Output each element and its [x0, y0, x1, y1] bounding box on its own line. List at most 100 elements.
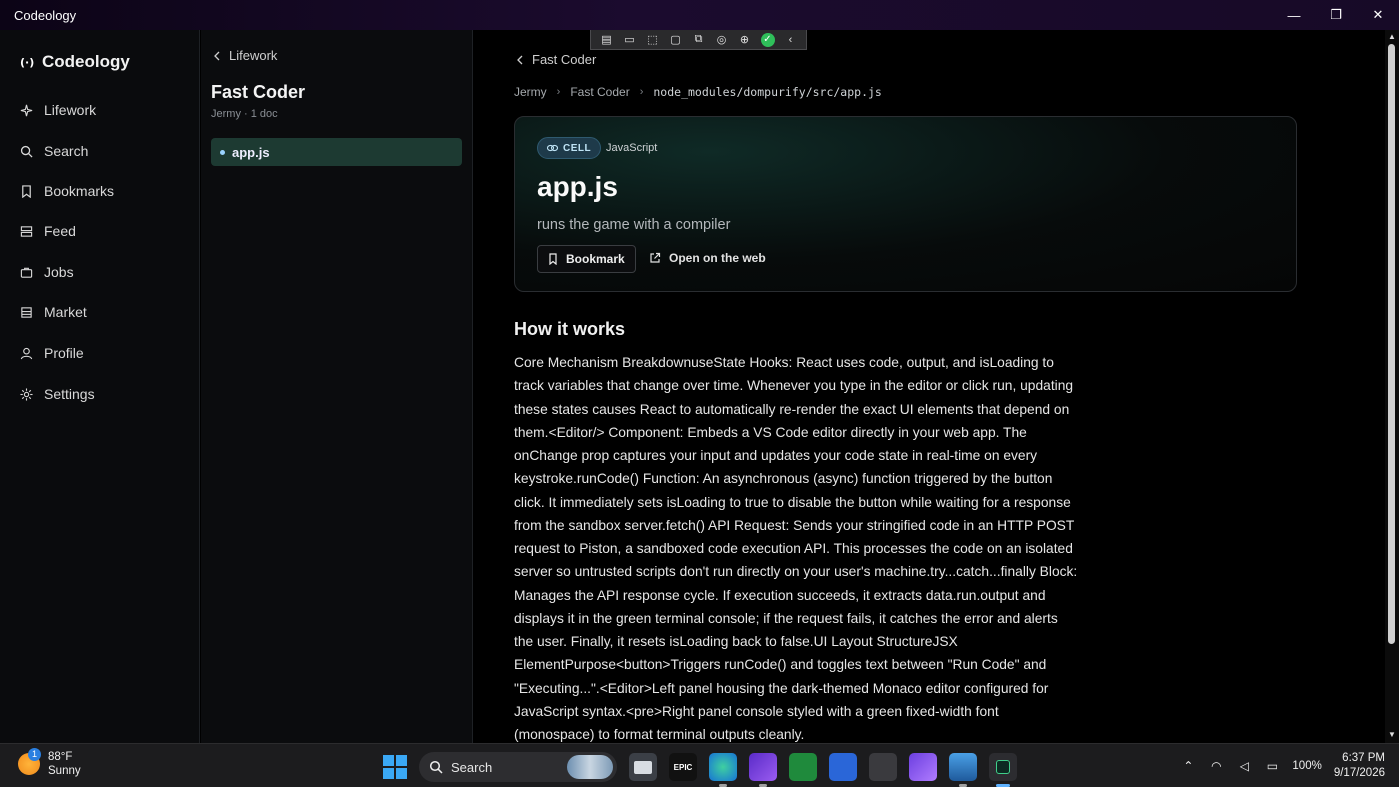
device-app-icon[interactable]	[869, 753, 897, 781]
main-content: ▤ ▭ ⬚ ▢ ⧉ ◎ ⊕ ✓ ‹ Fast Coder Jermy › Fas…	[474, 30, 1385, 743]
sidebar-item-lifework[interactable]: Lifework	[20, 100, 96, 120]
sidebar-item-search[interactable]: Search	[20, 141, 88, 161]
pointer-icon[interactable]: ⬚	[646, 33, 660, 47]
frame-icon[interactable]: ▢	[669, 33, 683, 47]
bookmark-button[interactable]: Bookmark	[537, 245, 636, 273]
assistant-app-icon[interactable]	[909, 753, 937, 781]
chevron-right-icon: ›	[639, 86, 644, 98]
link-icon	[547, 144, 558, 152]
file-explorer-icon[interactable]	[629, 753, 657, 781]
weather-text: 88°F Sunny	[48, 750, 81, 778]
breadcrumb-path: node_modules/dompurify/src/app.js	[653, 85, 882, 99]
sidebar-item-market[interactable]: Market	[20, 302, 87, 322]
minimize-button[interactable]: —	[1273, 0, 1315, 30]
doc-title: app.js	[537, 171, 618, 202]
section-title: How it works	[514, 319, 626, 339]
presentation-icon[interactable]: ⧉	[692, 33, 706, 47]
weather-desc: Sunny	[48, 765, 81, 777]
sidebar-item-settings[interactable]: Settings	[20, 384, 95, 404]
brand-name: Codeology	[42, 52, 130, 71]
photos-app-icon[interactable]	[949, 753, 977, 787]
chevron-up-icon[interactable]: ⌃	[1180, 758, 1196, 774]
window-controls: — ❐ ✕	[1273, 0, 1399, 30]
sidebar: (·) Codeology Lifework Search Bookmarks …	[0, 30, 200, 743]
sidebar-item-profile[interactable]: Profile	[20, 343, 84, 363]
epic-label: EPIC	[673, 762, 693, 772]
cell-badge-label: CELL	[563, 142, 592, 154]
feed-icon	[20, 225, 33, 237]
gear-icon	[20, 387, 33, 401]
breadcrumb: Jermy › Fast Coder › node_modules/dompur…	[514, 85, 882, 99]
back-label: Lifework	[229, 48, 278, 63]
screen-capture-icon[interactable]: ▤	[600, 33, 614, 47]
audio-icon[interactable]: ◎	[715, 33, 729, 47]
sidebar-item-label: Profile	[44, 345, 84, 361]
system-tray: ⌃ ◠ ◁ ▭ 100% 6:37 PM 9/17/2026	[1180, 744, 1385, 787]
search-highlight-image	[567, 755, 613, 779]
battery-icon[interactable]: ▭	[1264, 758, 1280, 774]
doc-header-card: CELL JavaScript app.js runs the game wit…	[514, 116, 1297, 292]
volume-icon[interactable]: ◁	[1236, 758, 1252, 774]
restore-button[interactable]: ❐	[1315, 0, 1357, 30]
chevron-left-icon	[517, 55, 523, 64]
battery-percent: 100%	[1292, 760, 1322, 772]
clock[interactable]: 6:37 PM 9/17/2026	[1334, 751, 1385, 781]
weather-widget[interactable]: 1 88°F Sunny	[18, 748, 81, 778]
video-camera-icon[interactable]: ▭	[623, 33, 637, 47]
bookmark-icon	[549, 253, 557, 265]
chevron-right-icon: ›	[556, 86, 561, 98]
settings-app-icon[interactable]	[829, 753, 857, 781]
sidebar-item-label: Jobs	[44, 264, 74, 280]
cell-badge: CELL	[537, 137, 602, 159]
title-bar: Codeology — ❐ ✕	[0, 0, 1399, 30]
sidebar-item-feed[interactable]: Feed	[20, 221, 76, 241]
check-icon[interactable]: ✓	[760, 32, 775, 47]
notification-badge: 1	[28, 748, 41, 761]
doc-body-text: Core Mechanism BreakdownuseState Hooks: …	[514, 355, 1078, 742]
search-icon	[20, 145, 33, 158]
briefcase-icon	[20, 267, 33, 278]
user-icon	[20, 347, 33, 359]
edge-browser-icon[interactable]	[709, 753, 737, 787]
collection-panel: Lifework Fast Coder Jermy · 1 doc app.js	[201, 30, 473, 743]
chevron-left-icon[interactable]: ‹	[784, 33, 798, 47]
vertical-scrollbar[interactable]: ▲ ▼	[1385, 30, 1399, 743]
sidebar-item-label: Search	[44, 143, 89, 159]
bookmark-button-label: Bookmark	[566, 252, 625, 266]
clock-date: 9/17/2026	[1333, 767, 1385, 779]
back-to-collection-link[interactable]: Fast Coder	[516, 52, 596, 67]
visual-studio-icon[interactable]	[749, 753, 777, 787]
epic-games-icon[interactable]: EPIC	[669, 753, 697, 781]
window-title: Codeology	[14, 7, 77, 23]
codeology-app-icon[interactable]	[989, 753, 1017, 787]
stocks-app-icon[interactable]	[789, 753, 817, 781]
svg-text:(·): (·)	[20, 56, 34, 69]
scroll-thumb[interactable]	[1388, 44, 1395, 644]
sidebar-item-label: Bookmarks	[44, 183, 115, 199]
sidebar-item-label: Settings	[44, 386, 95, 402]
close-button[interactable]: ✕	[1357, 0, 1399, 30]
sidebar-item-label: Feed	[44, 223, 76, 239]
taskbar-search-label: Search	[451, 759, 493, 775]
sidebar-item-bookmarks[interactable]: Bookmarks	[20, 181, 114, 201]
accessibility-icon[interactable]: ⊕	[738, 33, 752, 47]
weather-temp: 88°F	[48, 751, 73, 763]
windows-start-icon[interactable]	[383, 755, 407, 779]
language-tag: JavaScript	[606, 142, 658, 154]
sidebar-item-jobs[interactable]: Jobs	[20, 262, 74, 282]
sun-icon: 1	[18, 748, 41, 775]
scroll-down-icon[interactable]: ▼	[1387, 730, 1397, 740]
taskbar-search[interactable]: Search	[419, 752, 617, 782]
breadcrumb-item[interactable]: Jermy	[514, 85, 547, 99]
scroll-up-icon[interactable]: ▲	[1387, 32, 1397, 42]
floating-toolbar: ▤ ▭ ⬚ ▢ ⧉ ◎ ⊕ ✓ ‹	[590, 30, 807, 50]
wifi-icon[interactable]: ◠	[1208, 758, 1224, 774]
codeology-logo-icon: (·)	[20, 56, 34, 69]
collection-title: Fast Coder	[211, 82, 306, 102]
brand[interactable]: (·) Codeology	[20, 52, 130, 72]
breadcrumb-item[interactable]: Fast Coder	[570, 85, 629, 99]
doc-description: runs the game with a compiler	[537, 217, 731, 233]
open-on-web-link[interactable]: Open on the web	[649, 251, 766, 265]
doc-item-appjs[interactable]: app.js	[211, 138, 462, 166]
back-to-lifework-link[interactable]: Lifework	[213, 48, 277, 63]
